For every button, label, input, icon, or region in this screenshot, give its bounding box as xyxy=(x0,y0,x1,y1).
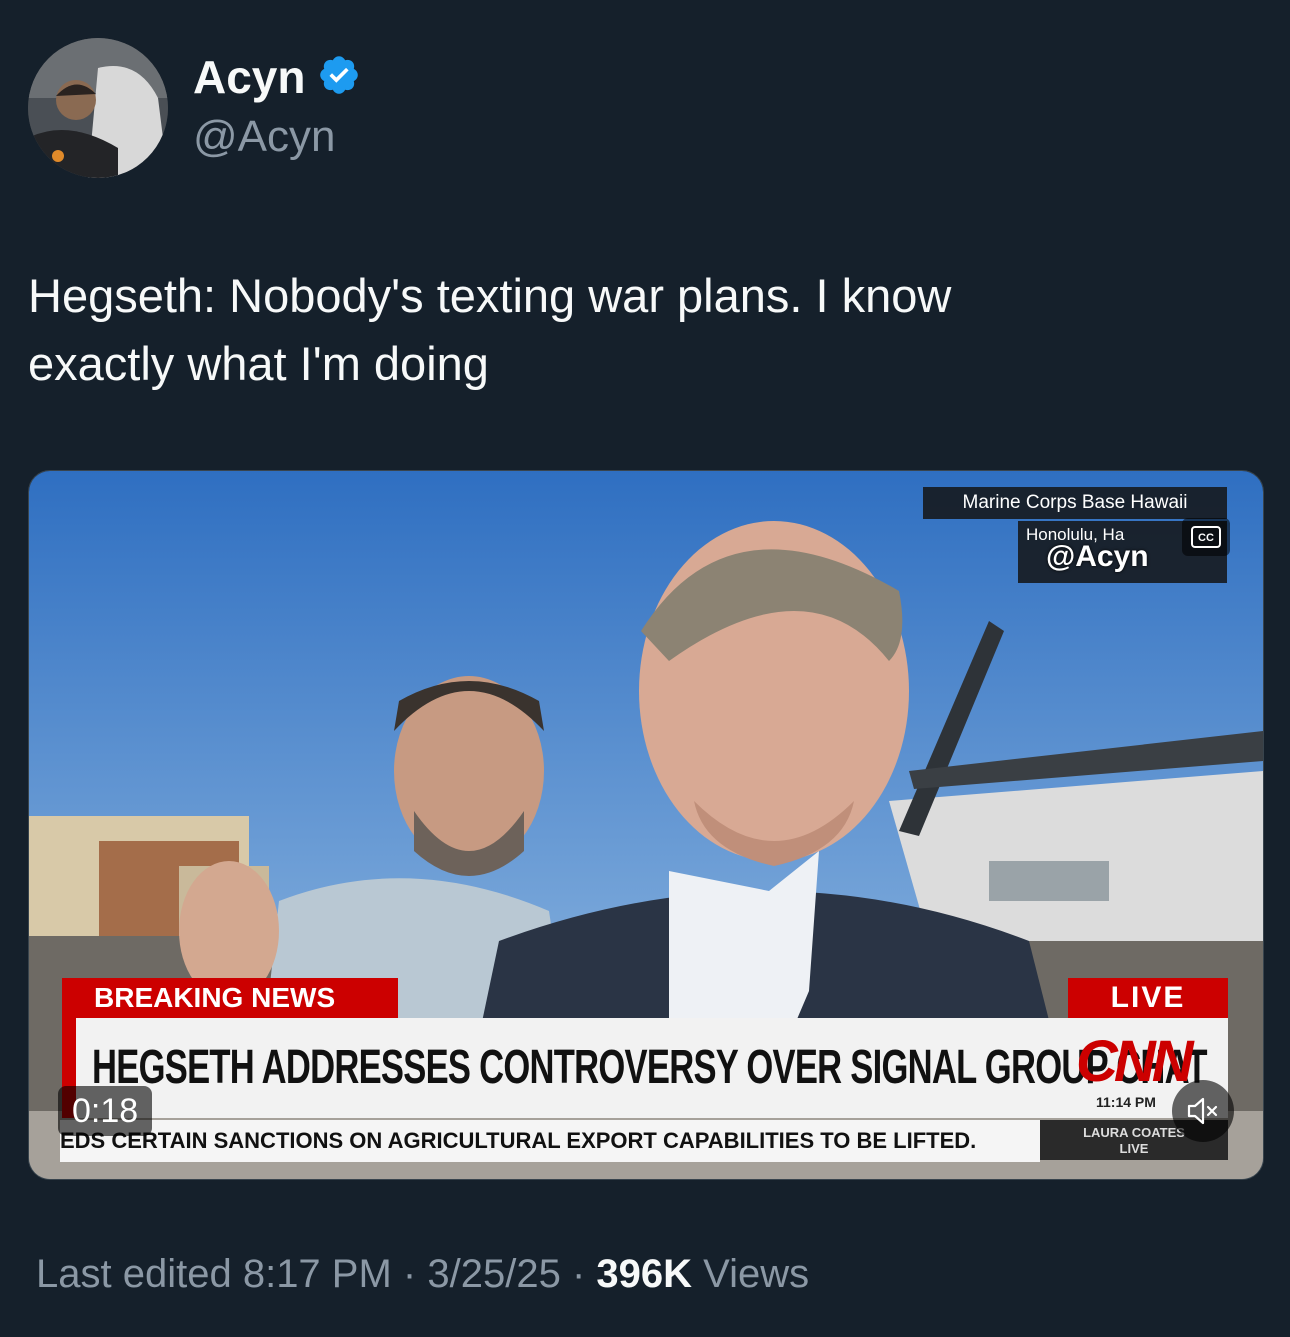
svg-text:CC: CC xyxy=(1198,532,1214,544)
tweet-text-line: exactly what I'm doing xyxy=(28,337,489,390)
verified-badge-icon xyxy=(317,53,361,102)
author-handle[interactable]: @Acyn xyxy=(193,112,335,162)
meta-separator: · xyxy=(402,1252,417,1296)
ticker-text: EDS CERTAIN SANCTIONS ON AGRICULTURAL EX… xyxy=(60,1128,977,1153)
broadcast-time: 11:14 PM xyxy=(1096,1094,1156,1110)
mute-button[interactable] xyxy=(1172,1080,1234,1142)
tweet-text: Hegseth: Nobody's texting war plans. I k… xyxy=(28,262,1248,398)
closed-captions-icon[interactable]: CC xyxy=(1182,518,1230,556)
live-tag: LIVE xyxy=(1068,978,1228,1018)
avatar-image xyxy=(28,38,168,178)
views-label: Views xyxy=(703,1252,810,1296)
author-display-name[interactable]: Acyn xyxy=(193,50,305,104)
breaking-news-label: BREAKING NEWS xyxy=(62,978,398,1018)
speaker-muted-icon xyxy=(1187,1097,1218,1125)
tweet-date[interactable]: 3/25/25 xyxy=(427,1252,560,1296)
location-label: Marine Corps Base Hawaii xyxy=(923,487,1227,519)
tweet-time[interactable]: 8:17 PM xyxy=(243,1252,392,1296)
edited-label: Last edited xyxy=(36,1252,232,1296)
news-headline: HEGSETH ADDRESSES CONTROVERSY OVER SIGNA… xyxy=(92,1041,1207,1094)
video-watermark: @Acyn xyxy=(1046,540,1149,573)
author-avatar[interactable] xyxy=(28,38,168,178)
tweet-meta: Last edited 8:17 PM · 3/25/25 · 396K Vie… xyxy=(36,1252,809,1297)
show-status: LIVE xyxy=(1119,1141,1149,1156)
network-logo: CNN xyxy=(1076,1029,1194,1094)
news-ticker: EDS CERTAIN SANCTIONS ON AGRICULTURAL EX… xyxy=(60,1120,1040,1162)
video-duration: 0:18 xyxy=(58,1086,153,1136)
views-count: 396K xyxy=(596,1252,693,1296)
meta-separator: · xyxy=(571,1252,586,1296)
tweet-text-line: Hegseth: Nobody's texting war plans. I k… xyxy=(28,269,952,322)
